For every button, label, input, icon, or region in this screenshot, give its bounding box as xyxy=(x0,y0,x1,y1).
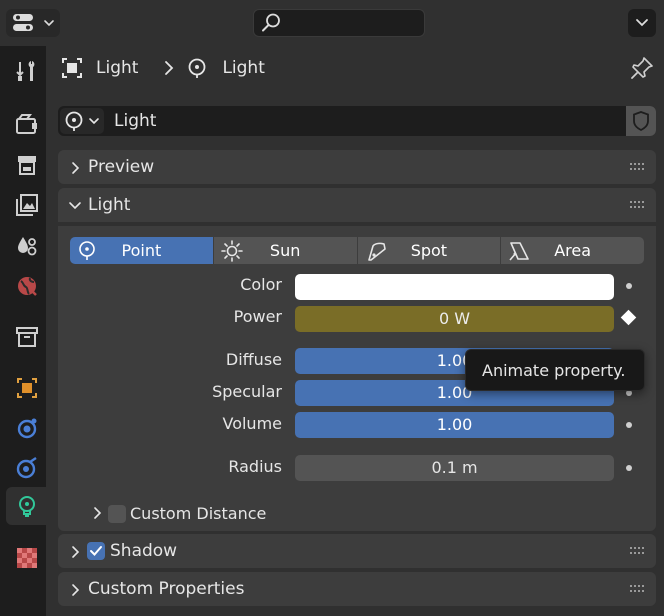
tooltip: Animate property. xyxy=(465,349,645,391)
shadow-panel-label: Shadow xyxy=(110,541,178,561)
light-type-spot-label: Spot xyxy=(410,241,448,260)
volume-label: Volume xyxy=(222,414,282,433)
properties-header xyxy=(0,0,664,46)
shadow-panel-header[interactable]: Shadow xyxy=(58,534,656,568)
tool-icon xyxy=(16,61,35,81)
texture-icon xyxy=(17,548,37,568)
tab-tool[interactable] xyxy=(6,52,46,90)
light-type-area[interactable]: Area xyxy=(501,237,644,264)
diffuse-label: Diffuse xyxy=(225,350,282,369)
search-input[interactable] xyxy=(253,9,425,37)
color-label: Color xyxy=(240,275,282,294)
render-icon xyxy=(16,114,37,134)
world-icon xyxy=(18,277,37,296)
power-label: Power xyxy=(233,307,282,326)
light-type-sun-label: Sun xyxy=(269,241,301,260)
radius-field[interactable]: 0.1 m xyxy=(295,455,614,481)
object-icon xyxy=(17,378,37,398)
tab-scene[interactable] xyxy=(6,226,46,264)
drag-grip-icon[interactable] xyxy=(630,547,646,555)
chevron-down-icon xyxy=(89,118,99,125)
chevron-down-icon xyxy=(636,19,648,27)
pin-icon[interactable] xyxy=(630,56,654,80)
tab-output[interactable] xyxy=(6,146,46,184)
chevron-right-icon xyxy=(72,162,80,174)
fake-user-button[interactable] xyxy=(626,106,656,136)
scene-icon xyxy=(18,237,37,256)
chevron-right-icon xyxy=(165,61,174,75)
custom-properties-panel-header[interactable]: Custom Properties xyxy=(58,572,656,606)
search-icon xyxy=(262,13,280,32)
radius-label: Radius xyxy=(228,457,282,476)
tab-render[interactable] xyxy=(6,105,46,143)
shield-icon xyxy=(633,111,649,132)
header-options-menu[interactable] xyxy=(628,9,656,37)
tab-collection[interactable] xyxy=(6,318,46,356)
tab-light-data[interactable] xyxy=(6,487,46,525)
editor-type-menu[interactable] xyxy=(6,9,60,37)
light-type-point-label: Point xyxy=(121,241,162,260)
tab-view-layer[interactable] xyxy=(6,186,46,224)
datablock-browse-button[interactable] xyxy=(60,108,104,134)
drag-grip-icon[interactable] xyxy=(630,201,646,209)
drag-grip-icon[interactable] xyxy=(630,163,646,171)
light-type-point[interactable]: Point xyxy=(70,237,214,264)
preview-panel-label: Preview xyxy=(88,157,155,177)
breadcrumb-data: Light xyxy=(222,58,265,78)
tab-world[interactable] xyxy=(6,267,46,305)
breadcrumb-object: Light xyxy=(96,58,139,78)
light-icon xyxy=(65,111,83,131)
light-icon xyxy=(189,58,206,78)
keyframe-dot-icon[interactable] xyxy=(626,283,632,289)
collection-icon xyxy=(16,327,38,347)
specular-label: Specular xyxy=(212,382,282,401)
checkmark-icon xyxy=(90,546,102,556)
chevron-down-icon xyxy=(44,20,54,27)
tab-physics[interactable] xyxy=(6,409,46,447)
output-icon xyxy=(18,156,36,175)
light-type-area-label: Area xyxy=(554,241,592,260)
properties-panel: Light Light Light Preview Light Point Su… xyxy=(46,46,664,616)
tab-constraints[interactable] xyxy=(6,449,46,487)
chevron-right-icon xyxy=(72,584,80,596)
object-icon xyxy=(62,58,82,78)
light-panel-header[interactable]: Light xyxy=(58,188,656,222)
keyframe-dot-icon[interactable] xyxy=(626,422,632,428)
color-field[interactable] xyxy=(295,274,614,300)
light-type-selector: Point Sun Spot Area xyxy=(70,237,644,264)
custom-properties-panel-label: Custom Properties xyxy=(88,579,245,599)
light-datablock-selector: Light xyxy=(58,106,656,136)
tab-object[interactable] xyxy=(6,369,46,407)
custom-distance-label: Custom Distance xyxy=(130,504,267,523)
light-type-sun[interactable]: Sun xyxy=(213,237,358,264)
properties-editor-icon xyxy=(13,14,33,31)
properties-tab-bar xyxy=(0,46,46,616)
light-type-spot[interactable]: Spot xyxy=(357,237,502,264)
physics-icon xyxy=(17,418,37,439)
chevron-down-icon xyxy=(69,202,81,210)
keyframe-dot-icon[interactable] xyxy=(626,465,632,471)
volume-field[interactable]: 1.00 xyxy=(295,412,614,438)
tab-texture[interactable] xyxy=(6,539,46,577)
light-panel-label: Light xyxy=(88,195,131,215)
custom-distance-checkbox[interactable] xyxy=(108,505,126,523)
light-bulb-icon xyxy=(19,496,35,517)
breadcrumb: Light Light xyxy=(60,46,620,90)
chevron-right-icon xyxy=(94,507,102,519)
chevron-right-icon xyxy=(72,546,80,558)
constraints-icon xyxy=(16,457,37,479)
power-field[interactable]: 0 W xyxy=(295,306,614,332)
preview-panel-header[interactable]: Preview xyxy=(58,150,656,184)
datablock-name-field[interactable]: Light xyxy=(114,106,156,136)
drag-grip-icon[interactable] xyxy=(630,585,646,593)
shadow-checkbox[interactable] xyxy=(87,542,105,560)
view-layer-icon xyxy=(16,194,38,216)
